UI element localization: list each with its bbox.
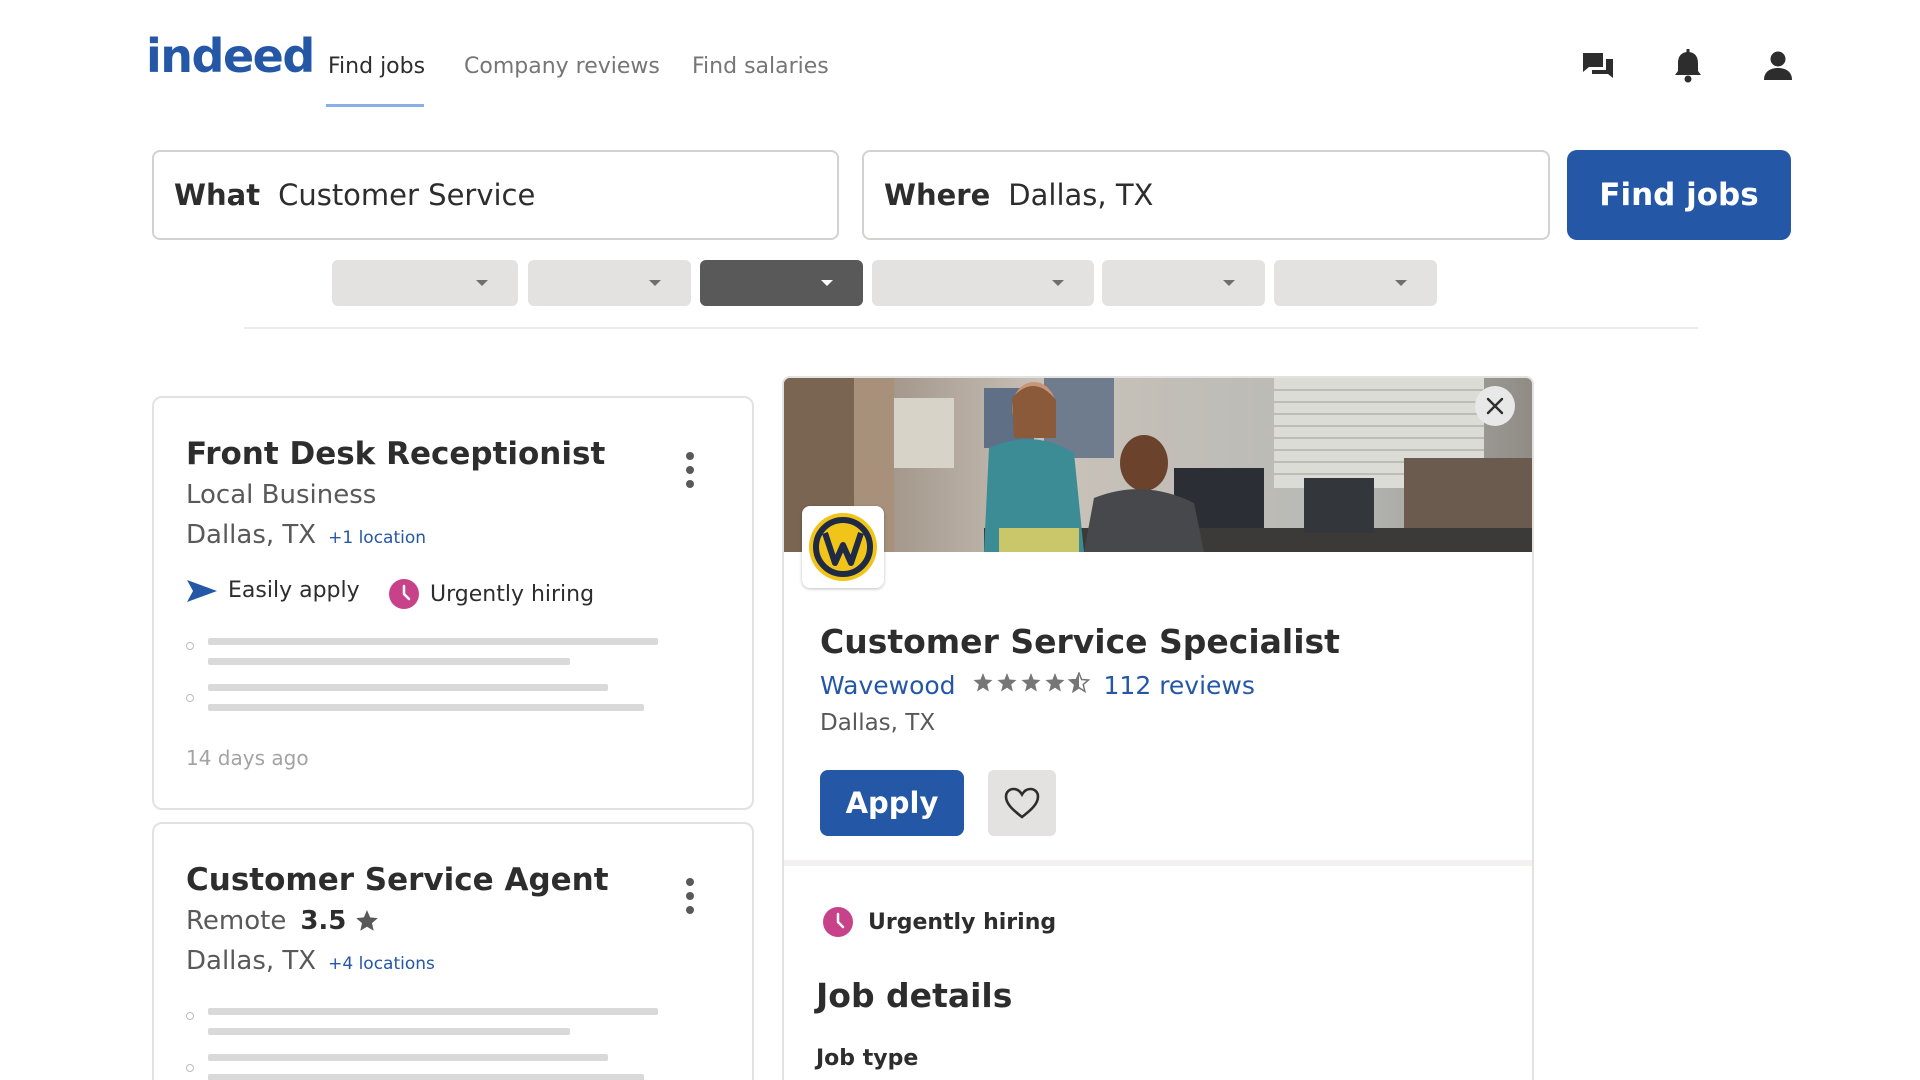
where-label: Where (884, 178, 991, 212)
more-options-icon[interactable] (684, 452, 696, 496)
filter-dropdown-4[interactable] (872, 260, 1094, 306)
company-rating: 3.5 (300, 906, 347, 936)
more-locations-link[interactable]: +1 location (328, 528, 426, 548)
chevron-down-icon (1395, 280, 1407, 286)
company-name: Remote (186, 906, 287, 936)
filter-dropdown-1[interactable] (332, 260, 518, 306)
star-rating-icon (972, 670, 1092, 700)
chevron-down-icon (821, 280, 833, 286)
chevron-down-icon (476, 280, 488, 286)
job-location: Dallas, TX +4 locations (186, 946, 435, 976)
find-jobs-button[interactable]: Find jobs (1567, 150, 1791, 240)
job-location: Dallas, TX +1 location (186, 520, 426, 550)
job-detail-panel: Customer Service Specialist Wavewood 112… (782, 376, 1534, 1080)
top-navigation: indeed Find jobs Company reviews Find sa… (0, 0, 1920, 110)
star-icon (354, 908, 380, 934)
company-link[interactable]: Wavewood (820, 671, 956, 700)
profile-icon[interactable] (1758, 46, 1798, 86)
nav-find-salaries[interactable]: Find salaries (692, 52, 829, 82)
company-name: Local Business (186, 480, 377, 510)
job-type-heading: Job type (816, 1046, 919, 1071)
clock-icon (822, 906, 854, 938)
clock-icon (388, 578, 420, 610)
nav-active-underline (326, 104, 424, 107)
urgently-hiring-label: Urgently hiring (430, 581, 595, 607)
close-icon[interactable] (1475, 386, 1515, 426)
location-text: Dallas, TX (186, 520, 317, 550)
detail-divider (784, 860, 1532, 866)
company-banner-image (784, 378, 1532, 552)
nav-find-jobs[interactable]: Find jobs (328, 52, 425, 82)
filter-dropdown-5[interactable] (1102, 260, 1265, 306)
heart-icon (1003, 786, 1041, 820)
nav-company-reviews[interactable]: Company reviews (464, 52, 660, 82)
chevron-down-icon (1223, 280, 1235, 286)
job-detail-title: Customer Service Specialist (820, 622, 1340, 661)
job-details-heading: Job details (816, 976, 1013, 1015)
apply-button[interactable]: Apply (820, 770, 964, 836)
filter-divider (244, 327, 1698, 329)
what-label: What (174, 178, 261, 212)
what-search-field[interactable]: What Customer Service (152, 150, 839, 240)
chevron-down-icon (649, 280, 661, 286)
job-card[interactable]: Customer Service Agent Remote 3.5 Dallas… (152, 822, 754, 1080)
company-logo[interactable] (802, 506, 884, 588)
filter-dropdown-3-active[interactable] (700, 260, 863, 306)
messages-icon[interactable] (1578, 46, 1618, 86)
more-locations-link[interactable]: +4 locations (328, 954, 435, 974)
company-and-rating: Remote 3.5 (186, 906, 380, 936)
urgently-hiring-tag: Urgently hiring (822, 906, 1056, 938)
filter-dropdown-2[interactable] (528, 260, 691, 306)
save-job-button[interactable] (988, 770, 1056, 836)
reviews-link[interactable]: 112 reviews (1104, 671, 1255, 700)
filter-dropdown-6[interactable] (1274, 260, 1437, 306)
send-icon (186, 579, 218, 603)
job-card[interactable]: Front Desk Receptionist Local Business D… (152, 396, 754, 810)
urgently-hiring-tag: Urgently hiring (388, 578, 594, 610)
where-input[interactable]: Dallas, TX (1008, 178, 1153, 212)
job-title[interactable]: Front Desk Receptionist (186, 436, 605, 472)
location-text: Dallas, TX (186, 946, 317, 976)
easily-apply-label: Easily apply (228, 578, 360, 603)
bell-icon[interactable] (1668, 46, 1708, 86)
what-input[interactable]: Customer Service (278, 178, 535, 212)
more-options-icon[interactable] (684, 878, 696, 922)
job-title[interactable]: Customer Service Agent (186, 862, 609, 898)
posted-date: 14 days ago (186, 746, 309, 770)
job-detail-location: Dallas, TX (820, 710, 936, 736)
easily-apply-tag: Easily apply (186, 578, 360, 603)
chevron-down-icon (1052, 280, 1064, 286)
where-search-field[interactable]: Where Dallas, TX (862, 150, 1550, 240)
company-info: Wavewood 112 reviews (820, 670, 1255, 700)
urgently-hiring-label: Urgently hiring (868, 909, 1057, 935)
indeed-logo[interactable]: indeed (146, 26, 315, 86)
